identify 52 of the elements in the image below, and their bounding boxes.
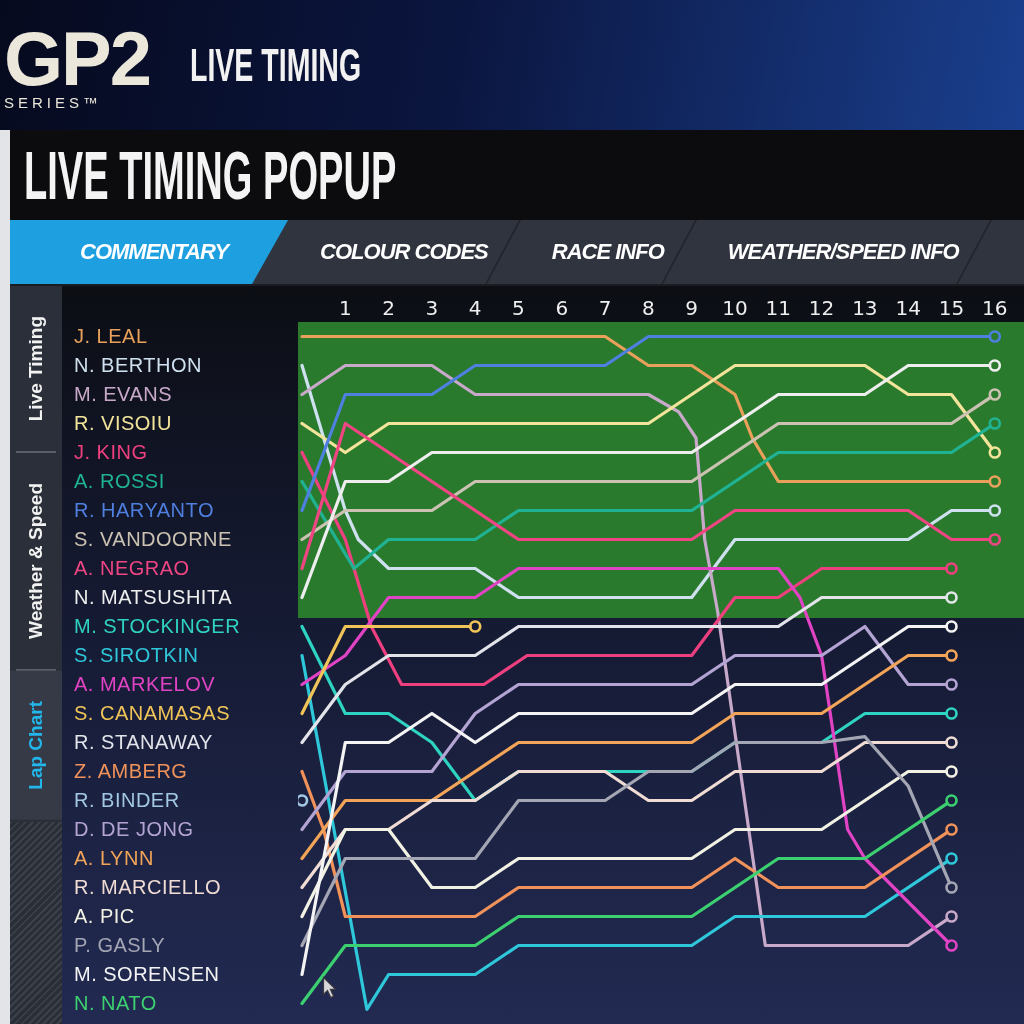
driver-name: N. BERTHON — [74, 353, 202, 378]
lap-number: 16 — [981, 295, 1009, 322]
driver-name: A. ROSSI — [74, 469, 165, 494]
driver-name: M. STOCKINGER — [74, 614, 241, 639]
lap-number: 14 — [894, 295, 922, 322]
driver-name: R. VISOIU — [74, 411, 172, 436]
logo-tagline: SERIES™ — [4, 94, 103, 112]
popup-title: LIVE TIMING POPUP — [24, 141, 397, 209]
side-tab[interactable]: Lap Chart — [10, 671, 62, 820]
driver-name: S. VANDOORNE — [74, 527, 232, 552]
logo-mark: GP2 — [4, 24, 151, 94]
lap-number: 13 — [851, 295, 879, 322]
driver-name: Z. AMBERG — [74, 759, 188, 784]
driver-name: M. SORENSEN — [74, 962, 220, 987]
driver-name: N. NATO — [74, 991, 157, 1016]
lap-number: 12 — [807, 295, 836, 322]
driver-name: A. LYNN — [74, 846, 154, 871]
driver-name: P. GASLY — [74, 933, 166, 958]
lap-number: 7 — [597, 295, 613, 322]
lap-number: 10 — [721, 295, 749, 322]
driver-name: J. KING — [74, 440, 148, 465]
driver-name: S. SIROTKIN — [74, 643, 199, 668]
lap-number: 8 — [641, 295, 656, 322]
lap-number: 1 — [337, 295, 353, 322]
lap-number: 2 — [381, 295, 396, 322]
lap-number: 15 — [937, 295, 966, 322]
lap-number: 6 — [554, 295, 570, 322]
tab[interactable]: WEATHER/SPEED INFO — [695, 220, 991, 284]
driver-name: R. MARCIELLO — [74, 875, 222, 900]
tab[interactable]: COLOUR CODES — [288, 220, 520, 284]
cursor-arrow-icon — [322, 976, 337, 999]
ring-marker-icon — [298, 794, 309, 807]
driver-name: A. PIC — [74, 904, 135, 929]
driver-name: S. CANAMASAS — [74, 701, 231, 726]
lap-number: 11 — [764, 295, 792, 322]
driver-name: M. EVANS — [74, 382, 173, 407]
driver-name: R. HARYANTO — [74, 498, 214, 523]
driver-name: J. LEAL — [74, 324, 148, 349]
lap-number: 5 — [511, 295, 526, 322]
driver-name: A. MARKELOV — [74, 672, 216, 697]
header-title: LIVE TIMING — [190, 42, 362, 88]
driver-name: R. STANAWAY — [74, 730, 213, 755]
side-tab[interactable]: Weather & Speed — [10, 453, 62, 670]
driver-name: N. MATSUSHITA — [74, 585, 232, 610]
lap-number: 4 — [467, 295, 483, 322]
driver-name: R. BINDER — [74, 788, 180, 813]
driver-name: A. NEGRAO — [74, 556, 190, 581]
driver-name: D. DE JONG — [74, 817, 194, 842]
lap-number: 3 — [424, 295, 440, 322]
tab[interactable]: RACE INFO — [519, 220, 696, 284]
side-tab[interactable]: Live Timing — [10, 286, 62, 452]
lap-number: 9 — [684, 295, 700, 322]
